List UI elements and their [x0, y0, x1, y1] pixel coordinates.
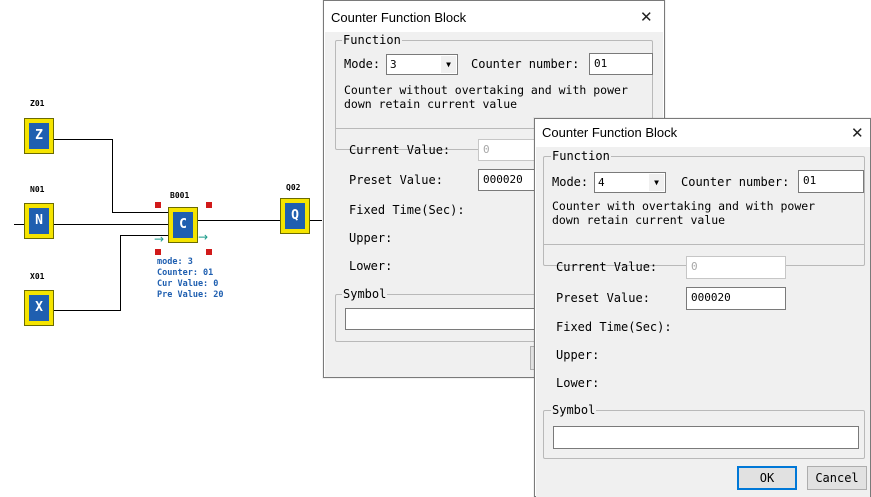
divider	[543, 244, 865, 245]
selection-handle[interactable]	[206, 202, 212, 208]
symbol-legend: Symbol	[551, 403, 597, 417]
cancel-button[interactable]: Cancel	[807, 466, 867, 490]
counter-number-field[interactable]: 01	[589, 53, 653, 75]
mode-select[interactable]: 3 ▼	[386, 54, 458, 75]
arrow-right-icon: →	[198, 230, 209, 244]
mode-select[interactable]: 4 ▼	[594, 172, 666, 193]
preset-value-field[interactable]: 000020	[686, 287, 786, 310]
chevron-down-icon[interactable]: ▼	[441, 56, 456, 73]
block-label-z01: Z01	[30, 99, 45, 108]
lower-label: Lower:	[556, 376, 600, 390]
wire	[198, 220, 280, 221]
block-letter: Q	[285, 203, 305, 229]
counter-info-cur-value: Cur Value: 0	[157, 279, 219, 289]
symbol-legend: Symbol	[342, 287, 388, 301]
selection-handle[interactable]	[155, 202, 161, 208]
wire	[112, 139, 113, 212]
input-block-z01[interactable]: Z	[24, 118, 54, 154]
preset-value-label: Preset Value:	[556, 291, 650, 305]
selection-handle[interactable]	[206, 249, 212, 255]
selection-handle[interactable]	[155, 249, 161, 255]
output-block-q02[interactable]: Q	[280, 198, 310, 234]
counter-number-field[interactable]: 01	[798, 170, 864, 193]
block-letter: X	[29, 295, 49, 321]
function-legend: Function	[342, 33, 402, 47]
dialog-body: Function Mode: 4 ▼ Counter number: 01 Co…	[536, 147, 870, 497]
dialog-title: Counter Function Block	[542, 125, 678, 140]
input-block-x01[interactable]: X	[24, 290, 54, 326]
block-label-x01: X01	[30, 272, 45, 281]
wire	[54, 139, 113, 140]
counter-dialog-front: Counter Function Block ✕ Function Mode: …	[534, 118, 871, 497]
counter-info-counter: Counter: 01	[157, 268, 214, 278]
wire	[54, 224, 168, 225]
fixed-time-label: Fixed Time(Sec):	[349, 203, 465, 217]
chevron-down-icon[interactable]: ▼	[649, 174, 664, 191]
lower-label: Lower:	[349, 259, 393, 273]
upper-label: Upper:	[556, 348, 600, 362]
counter-info-pre-value: Pre Value: 20	[157, 290, 224, 300]
ok-button[interactable]: OK	[737, 466, 797, 490]
mode-description-line2: down retain current value	[344, 97, 518, 111]
block-label-q02: Q02	[286, 183, 301, 192]
wire	[120, 235, 168, 236]
symbol-field[interactable]	[553, 426, 859, 449]
mode-description-line1: Counter with overtaking and with power	[552, 199, 816, 213]
current-value-field: 0	[686, 256, 786, 279]
preset-value-label: Preset Value:	[349, 173, 443, 187]
upper-label: Upper:	[349, 231, 393, 245]
counter-block-b001[interactable]: C	[168, 207, 198, 243]
fixed-time-label: Fixed Time(Sec):	[556, 320, 672, 334]
block-letter: C	[173, 212, 193, 238]
wire	[14, 224, 24, 225]
block-label-b001: B001	[170, 191, 190, 200]
counter-info: mode: 3 Counter: 01 Cur Value: 0 Pre Val…	[157, 257, 224, 301]
wire	[54, 310, 120, 311]
wire	[112, 212, 168, 213]
block-label-n01: N01	[30, 185, 45, 194]
block-letter: Z	[29, 123, 49, 149]
function-legend: Function	[551, 149, 611, 163]
input-block-n01[interactable]: N	[24, 203, 54, 239]
block-letter: N	[29, 208, 49, 234]
mode-select-value: 3	[390, 58, 397, 71]
current-value-label: Current Value:	[349, 143, 451, 157]
wire	[120, 235, 121, 311]
mode-description-line2: down retain current value	[552, 213, 726, 227]
mode-label: Mode:	[344, 57, 381, 71]
close-icon[interactable]: ✕	[640, 8, 653, 26]
mode-label: Mode:	[552, 175, 589, 189]
mode-description-line1: Counter without overtaking and with powe…	[344, 83, 628, 97]
counter-info-mode: mode: 3	[157, 257, 193, 267]
counter-number-label: Counter number:	[471, 57, 580, 71]
dialog-title: Counter Function Block	[331, 10, 467, 25]
mode-select-value: 4	[598, 176, 605, 189]
current-value-label: Current Value:	[556, 260, 658, 274]
wire	[310, 220, 322, 221]
counter-number-label: Counter number:	[681, 175, 790, 189]
close-icon[interactable]: ✕	[851, 124, 864, 142]
